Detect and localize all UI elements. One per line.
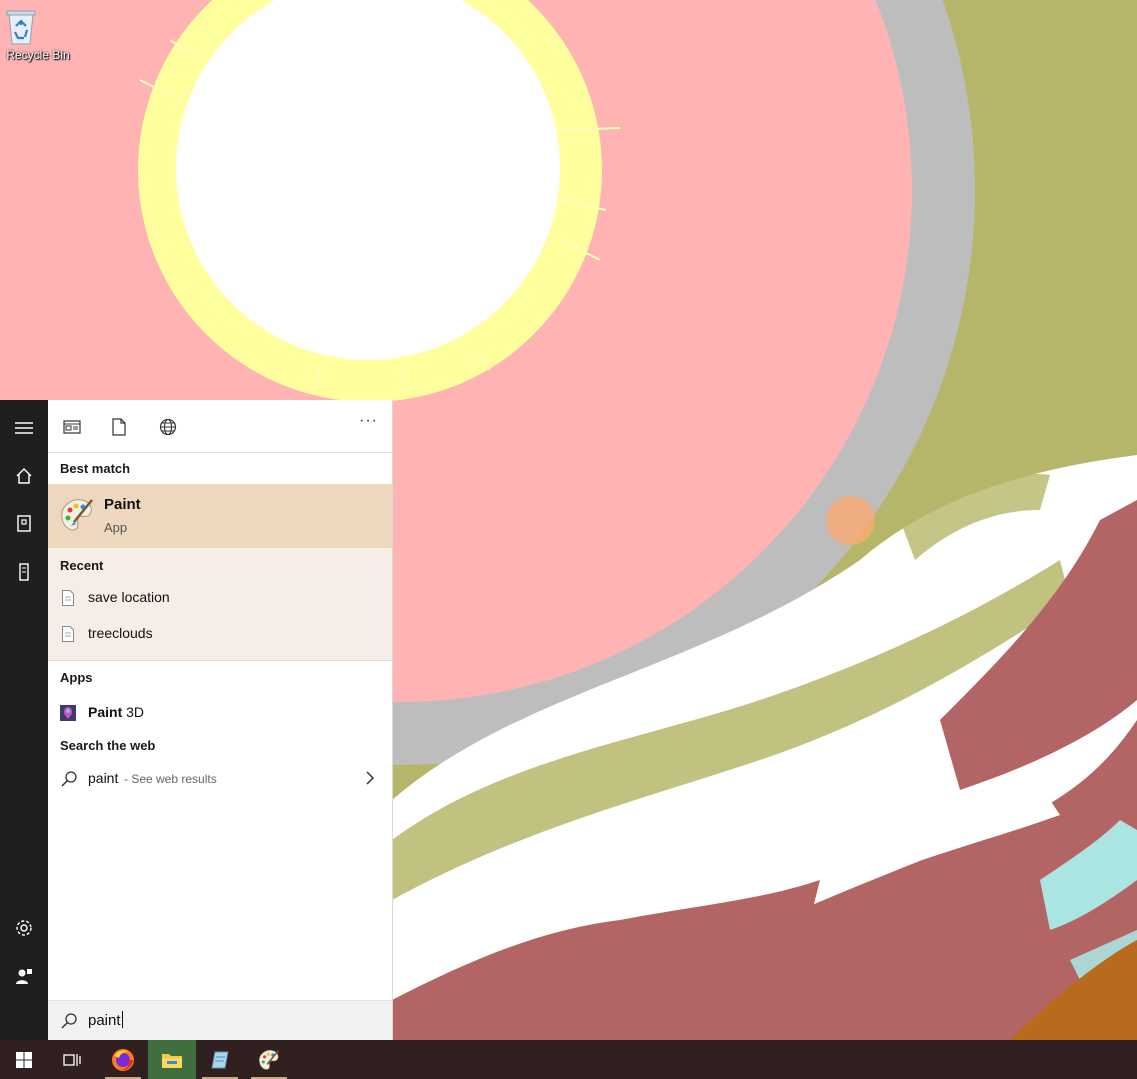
taskbar bbox=[0, 1040, 1137, 1079]
documents-tab-icon[interactable] bbox=[104, 412, 134, 442]
user-feedback-icon[interactable] bbox=[0, 956, 48, 996]
search-input[interactable]: paint bbox=[88, 1011, 123, 1029]
documents-icon[interactable] bbox=[0, 504, 48, 544]
start-search-panel: ··· Best match Paint App Recent save loc… bbox=[48, 400, 393, 1040]
paint-icon bbox=[58, 496, 96, 534]
web-query: paint bbox=[88, 770, 119, 786]
hamburger-icon[interactable] bbox=[0, 408, 48, 448]
firefox-icon[interactable] bbox=[99, 1040, 147, 1079]
recent-section: Recent save location treeclouds bbox=[48, 548, 392, 661]
recent-item-label: treeclouds bbox=[88, 625, 153, 641]
document-icon bbox=[62, 626, 74, 642]
device-icon[interactable] bbox=[0, 552, 48, 592]
file-explorer-icon[interactable] bbox=[148, 1040, 196, 1079]
apps-tab-icon[interactable] bbox=[57, 412, 87, 442]
search-icon bbox=[60, 1012, 78, 1030]
app-item-label-bold: Paint bbox=[88, 704, 123, 720]
paint-icon[interactable] bbox=[245, 1040, 293, 1079]
start-icon[interactable] bbox=[0, 1040, 48, 1079]
best-match-title: Paint bbox=[104, 496, 141, 513]
web-result-paint[interactable]: paint - See web results bbox=[48, 762, 392, 796]
recent-item-treeclouds[interactable]: treeclouds bbox=[48, 617, 392, 651]
search-icon bbox=[60, 770, 78, 788]
best-match-header: Best match bbox=[60, 461, 131, 476]
task-view-icon[interactable] bbox=[48, 1040, 96, 1079]
recent-item-save-location[interactable]: save location bbox=[48, 581, 392, 615]
home-icon[interactable] bbox=[0, 456, 48, 496]
cursor-highlight bbox=[826, 496, 875, 545]
recycle-bin-label: Recycle Bin bbox=[6, 48, 70, 62]
recent-item-label: save location bbox=[88, 589, 170, 605]
more-options-button[interactable]: ··· bbox=[359, 412, 378, 430]
web-tab-icon[interactable] bbox=[153, 412, 183, 442]
notepad-icon[interactable] bbox=[196, 1040, 244, 1079]
paint-3d-icon bbox=[60, 705, 76, 721]
search-web-header: Search the web bbox=[60, 738, 156, 753]
web-results-hint: - See web results bbox=[124, 772, 217, 786]
search-input-value: paint bbox=[88, 1012, 121, 1029]
start-menu-rail bbox=[0, 400, 48, 1040]
apps-header: Apps bbox=[60, 670, 93, 685]
document-icon bbox=[62, 590, 74, 606]
best-match-subtitle: App bbox=[104, 520, 128, 535]
app-item-paint-3d[interactable]: Paint 3D bbox=[48, 696, 392, 730]
chevron-right-icon[interactable] bbox=[362, 770, 378, 786]
search-filter-tabs: ··· bbox=[48, 400, 392, 453]
settings-icon[interactable] bbox=[0, 908, 48, 948]
search-box[interactable]: paint bbox=[48, 1000, 392, 1041]
recycle-bin-icon bbox=[6, 6, 55, 46]
text-caret bbox=[121, 1011, 123, 1028]
recent-header: Recent bbox=[60, 558, 104, 573]
app-item-label-rest: 3D bbox=[122, 704, 145, 720]
best-match-paint[interactable]: Paint App bbox=[48, 484, 392, 548]
app-item-label: Paint 3D bbox=[88, 704, 144, 720]
recycle-bin[interactable]: Recycle Bin bbox=[4, 6, 72, 62]
